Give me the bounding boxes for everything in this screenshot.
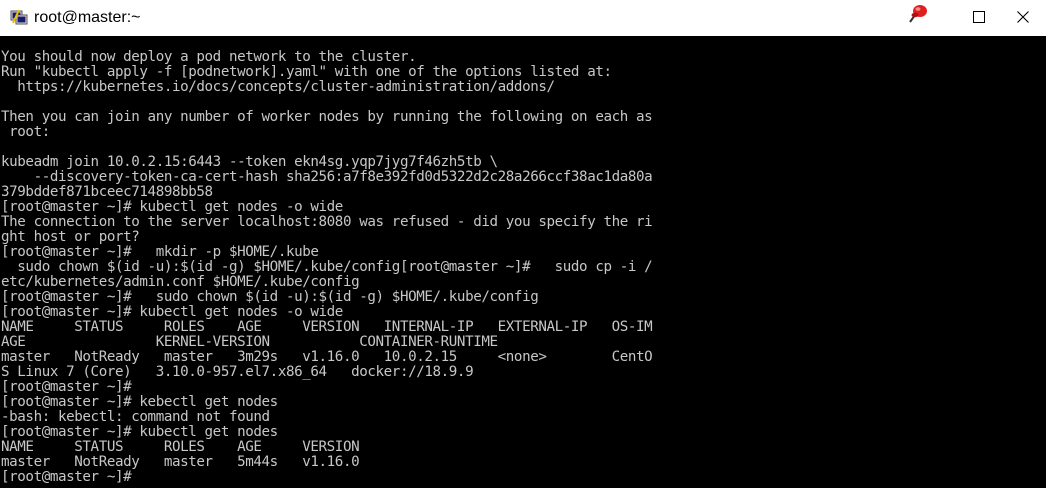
- terminal-line: [root@master ~]# kubectl get nodes -o wi…: [1, 199, 343, 215]
- terminal-line: 379bddef871bceec714898bb58: [1, 184, 213, 200]
- terminal-line: --discovery-token-ca-cert-hash sha256:a7…: [1, 169, 653, 185]
- terminal-line: The connection to the server localhost:8…: [1, 214, 653, 230]
- terminal-line: AGE KERNEL-VERSION CONTAINER-RUNTIME: [1, 334, 498, 350]
- title-bar[interactable]: root@master:~: [0, 0, 1046, 36]
- terminal-line: S Linux 7 (Core) 3.10.0-957.el7.x86_64 d…: [1, 364, 474, 380]
- terminal-output[interactable]: You should now deploy a pod network to t…: [0, 50, 1046, 488]
- terminal-line: [root@master ~]#: [1, 469, 132, 485]
- terminal-window: root@master:~ You should now deploy a po…: [0, 0, 1046, 488]
- terminal-line: root:: [1, 124, 50, 140]
- terminal-line: [root@master ~]# kubectl get nodes -o wi…: [1, 304, 343, 320]
- terminal-line: Then you can join any number of worker n…: [1, 109, 653, 125]
- terminal-line: [root@master ~]# kebectl get nodes: [1, 394, 278, 410]
- terminal-line: etc/kubernetes/admin.conf $HOME/.kube/co…: [1, 274, 360, 290]
- terminal-line: master NotReady master 3m29s v1.16.0 10.…: [1, 349, 653, 365]
- terminal-line: ght host or port?: [1, 229, 140, 245]
- red-pin-icon[interactable]: [906, 3, 930, 25]
- maximize-button[interactable]: [956, 0, 1002, 34]
- terminal-line: [root@master ~]# kubectl get nodes: [1, 424, 278, 440]
- terminal-line: [root@master ~]# sudo chown $(id -u):$(i…: [1, 289, 539, 305]
- terminal-line: -bash: kebectl: command not found: [1, 409, 270, 425]
- terminal-line: master NotReady master 5m44s v1.16.0: [1, 454, 360, 470]
- terminal-line: You should now deploy a pod network to t…: [1, 50, 417, 65]
- close-icon: [1017, 11, 1029, 23]
- terminal-line: NAME STATUS ROLES AGE VERSION: [1, 439, 360, 455]
- close-button[interactable]: [1000, 0, 1046, 34]
- terminal-text: You should now deploy a pod network to t…: [0, 50, 1046, 485]
- terminal-line: NAME STATUS ROLES AGE VERSION INTERNAL-I…: [1, 319, 653, 335]
- terminal-line: kubeadm join 10.0.2.15:6443 --token ekn4…: [1, 154, 498, 170]
- terminal-line: [root@master ~]#: [1, 379, 132, 395]
- terminal-line: Run "kubectl apply -f [podnetwork].yaml"…: [1, 64, 612, 80]
- window-title: root@master:~: [34, 9, 141, 26]
- terminal-line: [root@master ~]# mkdir -p $HOME/.kube: [1, 244, 319, 260]
- maximize-icon: [973, 11, 985, 23]
- putty-terminal-icon[interactable]: [9, 7, 29, 27]
- terminal-line: sudo chown $(id -u):$(id -g) $HOME/.kube…: [1, 259, 653, 275]
- terminal-line: https://kubernetes.io/docs/concepts/clus…: [1, 79, 555, 95]
